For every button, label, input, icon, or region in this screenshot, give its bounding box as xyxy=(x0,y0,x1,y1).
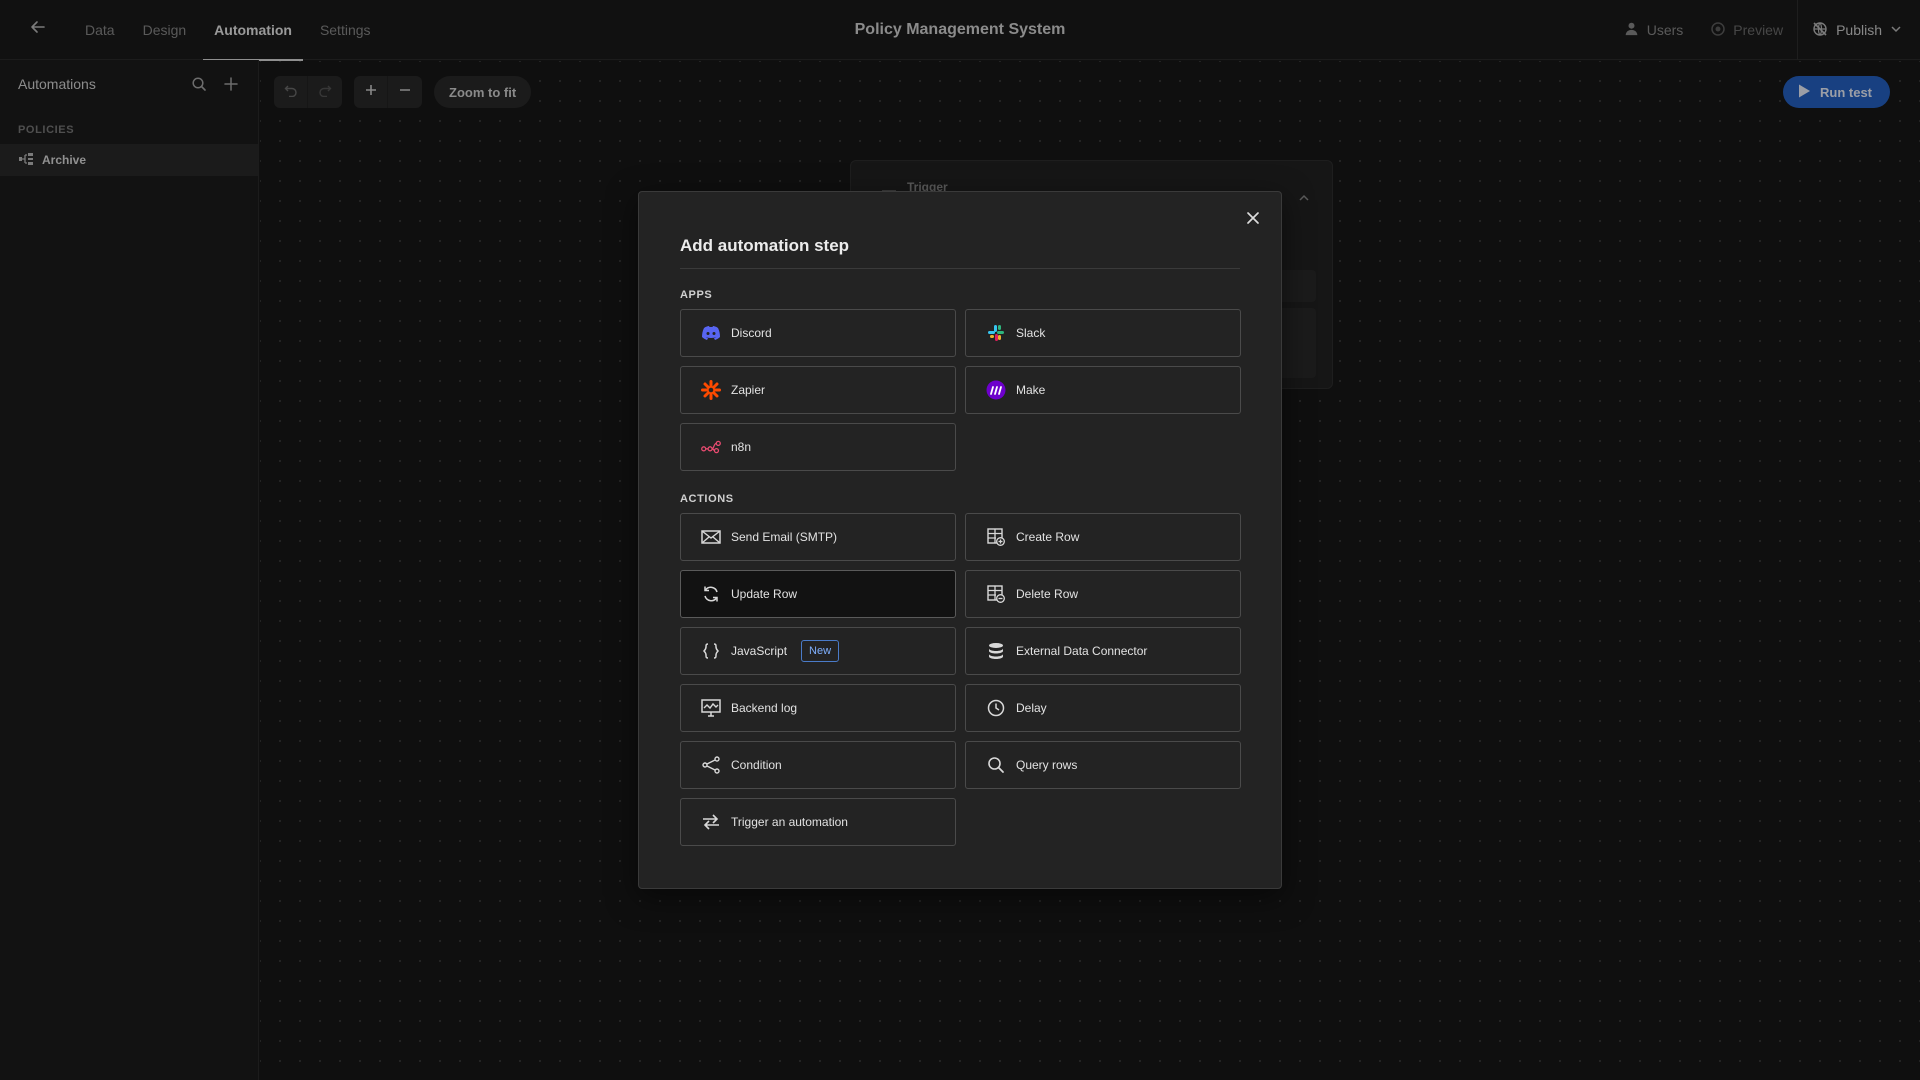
step-label: n8n xyxy=(731,440,752,454)
modal-divider xyxy=(680,268,1240,269)
actions-grid: Send Email (SMTP) Create Row Update Row … xyxy=(680,513,1241,846)
arrows-swap-icon xyxy=(701,812,721,832)
step-zapier[interactable]: Zapier xyxy=(680,366,956,414)
step-label: Update Row xyxy=(731,587,798,601)
step-label: Backend log xyxy=(731,701,798,715)
n8n-icon xyxy=(701,437,721,457)
modal-title: Add automation step xyxy=(680,236,850,255)
database-icon xyxy=(986,641,1006,661)
step-update-row[interactable]: Update Row xyxy=(680,570,956,618)
step-label: Query rows xyxy=(1016,758,1078,772)
step-make[interactable]: Make xyxy=(965,366,1241,414)
step-query-rows[interactable]: Query rows xyxy=(965,741,1241,789)
step-external-data-connector[interactable]: External Data Connector xyxy=(965,627,1241,675)
make-icon xyxy=(986,380,1006,400)
step-label: Zapier xyxy=(731,383,766,397)
step-delete-row[interactable]: Delete Row xyxy=(965,570,1241,618)
step-n8n[interactable]: n8n xyxy=(680,423,956,471)
step-slack[interactable]: Slack xyxy=(965,309,1241,357)
step-javascript[interactable]: JavaScript New xyxy=(680,627,956,675)
step-create-row[interactable]: Create Row xyxy=(965,513,1241,561)
actions-section-label: ACTIONS xyxy=(680,493,734,505)
step-condition[interactable]: Condition xyxy=(680,741,956,789)
braces-icon xyxy=(701,641,721,661)
discord-icon xyxy=(701,323,721,343)
step-backend-log[interactable]: Backend log xyxy=(680,684,956,732)
table-add-icon xyxy=(986,527,1006,547)
close-button[interactable] xyxy=(1241,208,1265,232)
step-label: External Data Connector xyxy=(1016,644,1148,658)
step-label: Make xyxy=(1016,383,1046,397)
zapier-icon xyxy=(701,380,721,400)
clock-icon xyxy=(986,698,1006,718)
step-label: Send Email (SMTP) xyxy=(731,530,838,544)
apps-grid: Discord Slack Zapier Make n8n xyxy=(680,309,1241,471)
mail-icon xyxy=(701,527,721,547)
table-remove-icon xyxy=(986,584,1006,604)
add-automation-step-modal: Add automation step APPS Discord Slack Z… xyxy=(638,191,1282,889)
search-icon xyxy=(986,755,1006,775)
step-trigger-automation[interactable]: Trigger an automation xyxy=(680,798,956,846)
new-badge: New xyxy=(801,640,840,662)
refresh-icon xyxy=(701,584,721,604)
slack-icon xyxy=(986,323,1006,343)
step-label: Create Row xyxy=(1016,530,1080,544)
step-label: Delay xyxy=(1016,701,1047,715)
apps-section-label: APPS xyxy=(680,289,713,301)
step-discord[interactable]: Discord xyxy=(680,309,956,357)
close-icon xyxy=(1246,211,1260,230)
step-label: Discord xyxy=(731,326,772,340)
monitor-icon xyxy=(701,698,721,718)
step-label: Condition xyxy=(731,758,782,772)
step-label: Trigger an automation xyxy=(731,815,848,829)
step-label: Delete Row xyxy=(1016,587,1079,601)
step-send-email[interactable]: Send Email (SMTP) xyxy=(680,513,956,561)
step-delay[interactable]: Delay xyxy=(965,684,1241,732)
branch-icon xyxy=(701,755,721,775)
step-label: Slack xyxy=(1016,326,1046,340)
step-label: JavaScript xyxy=(731,644,788,658)
